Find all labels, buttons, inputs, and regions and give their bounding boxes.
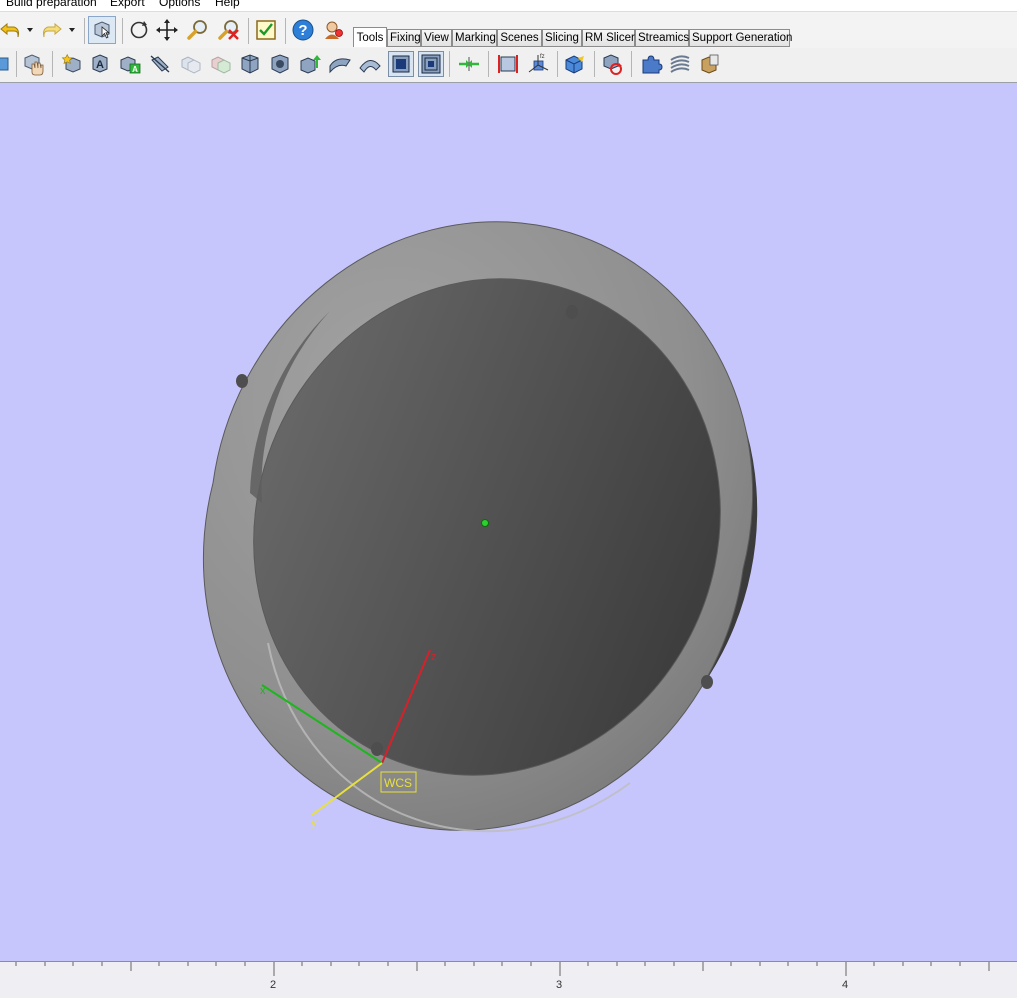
menu-help[interactable]: Help	[215, 0, 240, 9]
copy-part-icon[interactable]	[208, 52, 232, 76]
tab-fixing[interactable]: Fixing	[387, 29, 421, 46]
toolbar-separator	[488, 51, 489, 77]
shell-icon[interactable]	[358, 52, 382, 76]
center-point-marker	[481, 519, 489, 527]
reload-icon[interactable]	[600, 52, 624, 76]
help-icon[interactable]: ?	[291, 18, 315, 42]
offset-icon[interactable]	[418, 51, 444, 77]
puzzle-icon[interactable]	[639, 52, 663, 76]
bolt-hole	[701, 675, 713, 689]
wcs-label: WCS	[384, 776, 412, 790]
3d-viewport[interactable]: z x y WCS	[0, 83, 1017, 961]
new-part-icon[interactable]	[60, 52, 84, 76]
tab-view[interactable]: View	[421, 29, 452, 46]
svg-text:?: ?	[298, 22, 307, 39]
checklist-icon[interactable]	[254, 18, 278, 42]
tab-rm-slicer[interactable]: RM Slicer	[582, 29, 635, 46]
extrude-icon[interactable]	[298, 52, 322, 76]
toolbar-separator	[84, 18, 85, 44]
y-axis-label: y	[311, 817, 317, 829]
zoom-icon[interactable]	[186, 18, 210, 42]
z-axis-label: z	[431, 651, 437, 663]
bolt-hole	[566, 305, 578, 319]
hand-select-icon[interactable]	[21, 52, 45, 76]
horizontal-ruler: 2 3 4	[0, 961, 1017, 998]
toolbar-separator	[52, 51, 53, 77]
tools-toolbar: A A fz	[0, 48, 1017, 83]
ruler-label: 2	[270, 979, 277, 991]
toolbar-separator	[16, 51, 17, 77]
pan-icon[interactable]	[155, 18, 179, 42]
measure-icon[interactable]	[496, 52, 520, 76]
hollow-icon[interactable]	[238, 52, 262, 76]
redo-icon[interactable]	[40, 18, 64, 42]
redo-dropdown-icon[interactable]	[66, 18, 78, 42]
menu-build-preparation[interactable]: Build preparation	[6, 0, 97, 9]
box-icon[interactable]	[388, 51, 414, 77]
tab-scenes[interactable]: Scenes	[497, 29, 542, 46]
toolbar-separator	[122, 18, 123, 44]
toolbar-separator	[449, 51, 450, 77]
ruler-ticks	[15, 962, 990, 976]
ruler-label: 4	[842, 979, 849, 991]
import-part-icon[interactable]	[0, 52, 14, 76]
duplicate-icon[interactable]	[178, 52, 202, 76]
menu-options[interactable]: Options	[159, 0, 200, 9]
svg-text:A: A	[132, 65, 138, 74]
text-label-icon[interactable]: A	[88, 52, 112, 76]
svg-text:A: A	[96, 59, 104, 71]
undo-dropdown-icon[interactable]	[24, 18, 36, 42]
select-part-icon[interactable]	[88, 16, 116, 44]
menu-bar: Build preparation Export Options Help	[0, 0, 1017, 11]
settings-icon[interactable]	[698, 52, 722, 76]
toolbar-separator	[557, 51, 558, 77]
bolt-hole	[236, 374, 248, 388]
toolbar-separator	[594, 51, 595, 77]
svg-text:fz: fz	[540, 54, 545, 60]
axis-icon[interactable]: fz	[526, 52, 550, 76]
export-part-icon[interactable]	[563, 52, 587, 76]
tab-tools[interactable]: Tools	[353, 27, 387, 47]
scene-canvas: z x y WCS	[203, 221, 758, 833]
tab-marking[interactable]: Marking	[452, 29, 497, 46]
toolbar-separator	[631, 51, 632, 77]
punch-icon[interactable]	[268, 52, 292, 76]
add-label-icon[interactable]: A	[118, 52, 142, 76]
zoom-extents-icon[interactable]	[217, 18, 241, 42]
undo-icon[interactable]	[0, 18, 22, 42]
cut-icon[interactable]	[148, 52, 172, 76]
surface-icon[interactable]	[328, 52, 352, 76]
tab-baseline	[353, 46, 790, 47]
stack-icon[interactable]	[668, 52, 692, 76]
tab-support-generation[interactable]: Support Generation	[689, 29, 792, 46]
toolbar-separator	[285, 18, 286, 44]
ruler-label: 3	[556, 979, 563, 991]
x-axis-label: x	[260, 685, 266, 697]
toolbar-separator	[248, 18, 249, 44]
user-support-icon[interactable]	[321, 18, 345, 42]
bolt-hole	[371, 742, 383, 756]
rotate-view-icon[interactable]	[127, 18, 151, 42]
align-icon[interactable]	[457, 52, 481, 76]
menu-export[interactable]: Export	[110, 0, 145, 9]
tab-slicing[interactable]: Slicing	[542, 29, 582, 46]
tab-streamics[interactable]: Streamics	[635, 29, 689, 46]
